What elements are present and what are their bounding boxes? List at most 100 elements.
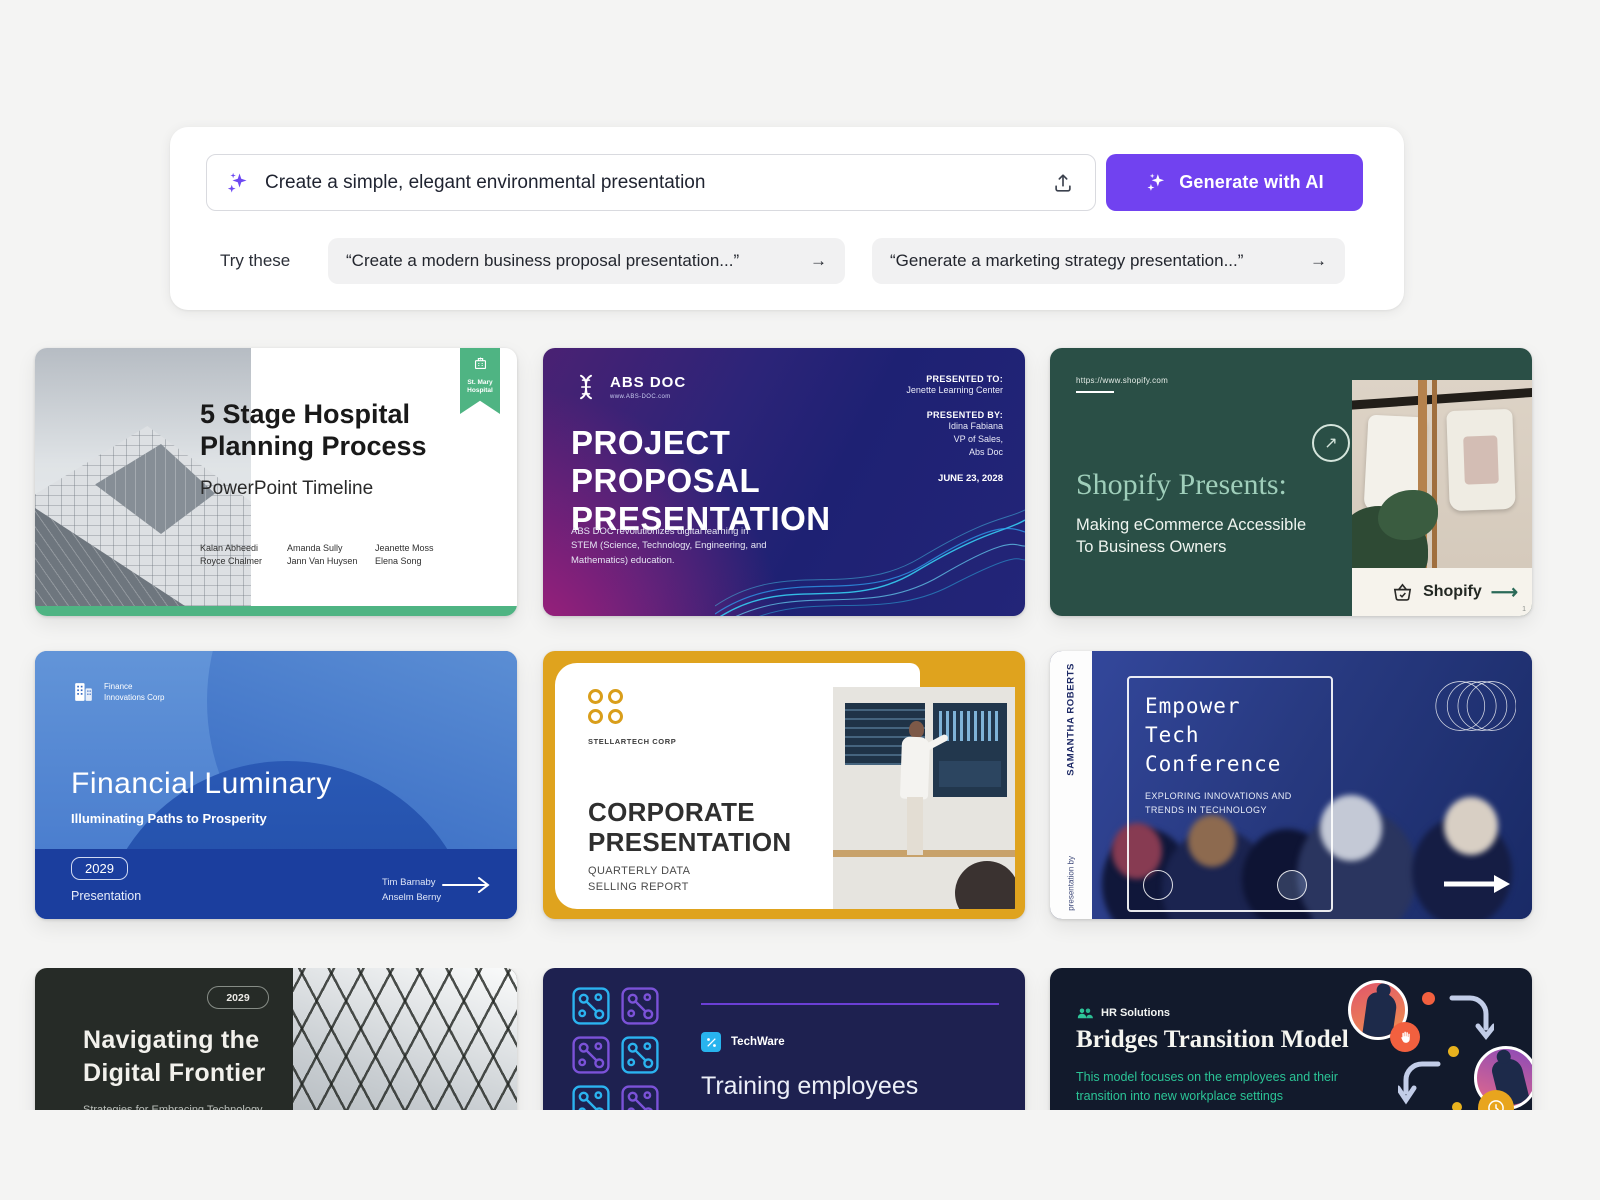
techware-logo-icon bbox=[701, 1032, 721, 1052]
template-title: Financial Luminary bbox=[71, 767, 332, 801]
title-frame: Empower Tech Conference EXPLORING INNOVA… bbox=[1127, 676, 1333, 912]
presenter-photo bbox=[833, 687, 1015, 909]
techware-icon-grid bbox=[569, 984, 662, 1110]
year-badge: 2029 bbox=[207, 986, 269, 1009]
bottom-row-clipped: 2029 Navigating the Digital Frontier Str… bbox=[0, 968, 1600, 1110]
template-title: Training employees bbox=[701, 1072, 918, 1101]
template-title: 5 Stage Hospital Planning Process bbox=[200, 398, 427, 462]
template-subtitle: Making eCommerce Accessible To Business … bbox=[1076, 514, 1306, 558]
template-title: Navigating the Digital Frontier bbox=[83, 1024, 266, 1090]
lattice-building-photo bbox=[293, 968, 517, 1110]
author-column: Amanda SullyJann Van Huysen bbox=[287, 542, 357, 568]
template-card-empower-tech-conference[interactable]: SAMANTHA ROBERTS presentation by Empower… bbox=[1050, 651, 1532, 919]
circuit-icon bbox=[569, 984, 613, 1028]
sparkles-icon bbox=[1145, 171, 1168, 194]
template-description: ABS DOC revolutionizes digital learning … bbox=[571, 525, 776, 569]
circuit-icon bbox=[569, 1082, 613, 1110]
arrow-right-icon: → bbox=[810, 251, 827, 271]
dot-decoration bbox=[1422, 992, 1435, 1005]
template-subtitle: Strategies for Embracing Technology bbox=[83, 1104, 263, 1110]
brand-url: www.ABS-DOC.com bbox=[610, 394, 686, 400]
presented-info: PRESENTED TO: Jenette Learning Center PR… bbox=[906, 374, 1003, 484]
prompt-input[interactable] bbox=[265, 172, 1035, 194]
try-these-label: Try these bbox=[220, 238, 290, 284]
speaker-name: SAMANTHA ROBERTS bbox=[1066, 663, 1077, 776]
suggestion-pill-business-proposal[interactable]: “Create a modern business proposal prese… bbox=[328, 238, 845, 284]
arrow-right-icon bbox=[1444, 875, 1510, 893]
dot-decoration bbox=[1452, 1102, 1462, 1110]
type-label: Presentation bbox=[71, 889, 141, 903]
brand-name: STELLARTECH CORP bbox=[588, 737, 676, 746]
template-description: This model focuses on the employees and … bbox=[1076, 1068, 1338, 1106]
byline-label: presentation by bbox=[1067, 856, 1076, 911]
circle-decoration bbox=[1143, 870, 1173, 900]
buildings-icon bbox=[71, 679, 96, 704]
brand-name: ABS DOC bbox=[610, 374, 686, 391]
brand-name: HR Solutions bbox=[1101, 1007, 1170, 1019]
template-card-financial-luminary[interactable]: Finance Innovations Corp Financial Lumin… bbox=[35, 651, 517, 919]
template-card-project-proposal[interactable]: ABS DOC www.ABS-DOC.com PROJECT PROPOSAL… bbox=[543, 348, 1025, 616]
template-title: PROJECT PROPOSAL PRESENTATION bbox=[571, 424, 831, 538]
brand-logo: HR Solutions bbox=[1076, 1004, 1170, 1022]
suggestion-pill-marketing-strategy[interactable]: “Generate a marketing strategy presentat… bbox=[872, 238, 1345, 284]
generate-with-ai-button[interactable]: Generate with AI bbox=[1106, 154, 1363, 211]
brand-logo: ABS DOC www.ABS-DOC.com bbox=[571, 372, 686, 402]
dna-icon bbox=[571, 372, 601, 402]
brand-name: Finance Innovations Corp bbox=[104, 681, 164, 703]
circuit-icon bbox=[618, 1033, 662, 1077]
hospital-icon bbox=[472, 355, 489, 372]
waving-hand-badge bbox=[1390, 1022, 1420, 1052]
sparkles-icon bbox=[225, 170, 251, 196]
author-column: Jeanette MossElena Song bbox=[375, 542, 434, 568]
circles-logo bbox=[588, 689, 623, 724]
brand-logo: TechWare bbox=[701, 1032, 785, 1052]
people-icon bbox=[1076, 1004, 1094, 1022]
arrow-right-icon: → bbox=[1310, 251, 1327, 271]
dot-decoration bbox=[1448, 1046, 1459, 1057]
author-column: Kalan AbheediRoyce Chalmer bbox=[200, 542, 262, 568]
wireframe-sphere-icon bbox=[1432, 673, 1516, 739]
prompt-panel: Generate with AI Try these “Create a mod… bbox=[170, 127, 1404, 310]
circuit-icon bbox=[618, 984, 662, 1028]
accent-bar bbox=[35, 606, 517, 616]
suggestion-label: “Create a modern business proposal prese… bbox=[346, 251, 739, 271]
arrow-up-right-circle-icon: ↗ bbox=[1312, 424, 1350, 462]
template-card-digital-frontier[interactable]: 2029 Navigating the Digital Frontier Str… bbox=[35, 968, 517, 1110]
hospital-ribbon-badge: St. Mary Hospital bbox=[460, 348, 500, 414]
template-card-training-employees[interactable]: TechWare Training employees bbox=[543, 968, 1025, 1110]
arrow-right-icon: ⟶ bbox=[1491, 581, 1518, 604]
shopify-label: Shopify bbox=[1423, 583, 1482, 601]
arrow-right-icon bbox=[441, 875, 491, 895]
app-root: Generate with AI Try these “Create a mod… bbox=[0, 0, 1600, 1200]
template-card-bridges-transition[interactable]: HR Solutions Bridges Transition Model Th… bbox=[1050, 968, 1532, 1110]
brand-name: TechWare bbox=[731, 1036, 785, 1048]
template-card-corporate-presentation[interactable]: STELLARTECH CORP CORPORATE PRESENTATION … bbox=[543, 651, 1025, 919]
template-subtitle: QUARTERLY DATA SELLING REPORT bbox=[588, 863, 690, 895]
suggestion-label: “Generate a marketing strategy presentat… bbox=[890, 251, 1243, 271]
year-badge: 2029 bbox=[71, 857, 128, 880]
circuit-icon bbox=[569, 1033, 613, 1077]
divider-line bbox=[701, 1003, 999, 1005]
badge-label: St. Mary Hospital bbox=[460, 379, 500, 394]
template-card-shopify-presents[interactable]: https://www.shopify.com ↗ Shopify Presen… bbox=[1050, 348, 1532, 616]
curved-arrow-icon bbox=[1448, 994, 1494, 1044]
prompt-input-wrapper bbox=[206, 154, 1096, 211]
clothing-rack-photo bbox=[1352, 380, 1532, 568]
credits: Tim Barnaby Anselm Berny bbox=[382, 875, 441, 905]
generate-button-label: Generate with AI bbox=[1179, 172, 1324, 193]
curved-arrow-icon bbox=[1398, 1060, 1442, 1110]
circle-decoration bbox=[1277, 870, 1307, 900]
template-title: Bridges Transition Model bbox=[1076, 1026, 1349, 1054]
template-subtitle: EXPLORING INNOVATIONS AND TRENDS IN TECH… bbox=[1145, 790, 1292, 817]
brand-logo: Finance Innovations Corp bbox=[71, 679, 164, 704]
template-title: CORPORATE PRESENTATION bbox=[588, 797, 791, 857]
upload-icon[interactable] bbox=[1049, 169, 1077, 197]
circuit-icon bbox=[618, 1082, 662, 1110]
template-title: Empower Tech Conference bbox=[1145, 692, 1281, 779]
side-strip: SAMANTHA ROBERTS presentation by bbox=[1050, 651, 1092, 919]
template-card-hospital-planning[interactable]: St. Mary Hospital 5 Stage Hospital Plann… bbox=[35, 348, 517, 616]
template-tagline: Illuminating Paths to Prosperity bbox=[71, 811, 267, 826]
date-label: JUNE 23, 2028 bbox=[906, 473, 1003, 484]
template-title: Shopify Presents: bbox=[1076, 468, 1287, 502]
url-label: https://www.shopify.com bbox=[1076, 376, 1168, 393]
